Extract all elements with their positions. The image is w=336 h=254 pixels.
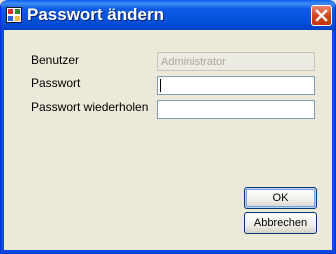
user-label: Benutzer: [31, 53, 80, 67]
application-icon[interactable]: [6, 7, 22, 23]
close-button[interactable]: [311, 5, 332, 26]
password-label: Passwort: [31, 76, 81, 90]
window-title: Passwort ändern: [27, 5, 164, 24]
title-bar[interactable]: Passwort ändern: [1, 0, 335, 30]
close-icon: [315, 9, 328, 22]
dialog-window: Passwort ändern Benutzer Passwort Passwo…: [0, 0, 336, 254]
text-caret: [160, 79, 161, 92]
password-field[interactable]: [157, 76, 315, 95]
repeat-password-label: Passwort wiederholen: [31, 100, 149, 114]
repeat-password-field[interactable]: [157, 100, 315, 119]
ok-button[interactable]: OK: [244, 187, 317, 209]
user-field[interactable]: [157, 52, 315, 71]
cancel-button[interactable]: Abbrechen: [244, 212, 317, 234]
window-bottom-border: [1, 250, 335, 253]
